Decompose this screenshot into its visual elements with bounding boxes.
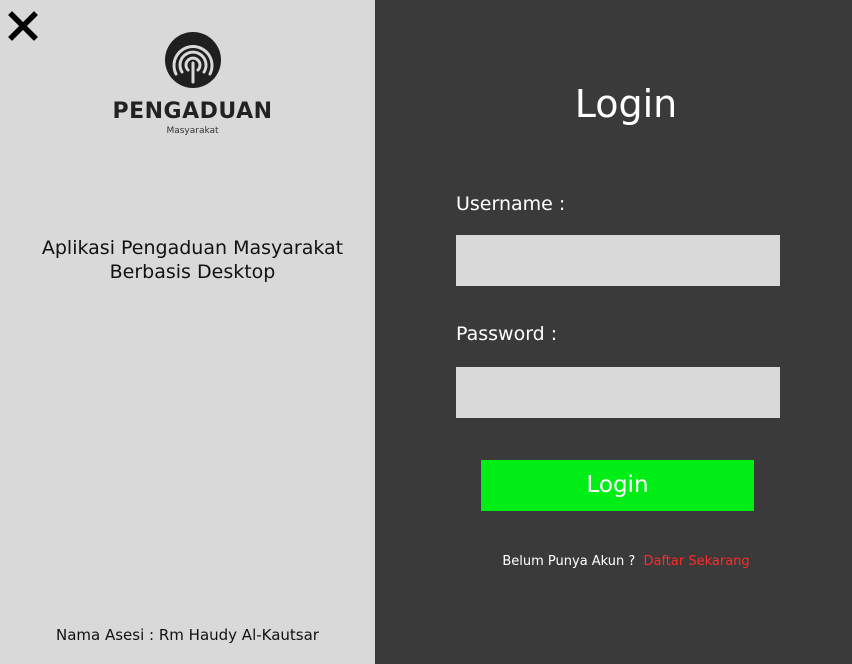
brand-subtitle: Masyarakat bbox=[166, 126, 219, 136]
register-row: Belum Punya Akun ? Daftar Sekarang bbox=[375, 553, 852, 571]
login-title: Login bbox=[574, 82, 678, 126]
app-description-line1: Aplikasi Pengaduan Masyarakat bbox=[41, 237, 344, 259]
brand-logo: PENGADUAN Masyarakat bbox=[0, 30, 385, 137]
app-description-line2: Berbasis Desktop bbox=[109, 261, 276, 283]
password-input[interactable] bbox=[456, 367, 780, 418]
password-label: Password : bbox=[456, 323, 558, 345]
asesi-name: Nama Asesi : Rm Haudy Al-Kautsar bbox=[56, 626, 319, 644]
username-input[interactable] bbox=[456, 235, 780, 286]
fingerprint-logo-icon bbox=[164, 32, 221, 88]
register-link[interactable]: Daftar Sekarang bbox=[643, 554, 749, 569]
register-prompt: Belum Punya Akun ? bbox=[502, 554, 636, 569]
app-description: Aplikasi Pengaduan Masyarakat Berbasis D… bbox=[0, 236, 385, 284]
username-label: Username : bbox=[456, 193, 566, 215]
login-button[interactable]: Login bbox=[481, 460, 754, 511]
brand-title: PENGADUAN bbox=[112, 99, 273, 124]
